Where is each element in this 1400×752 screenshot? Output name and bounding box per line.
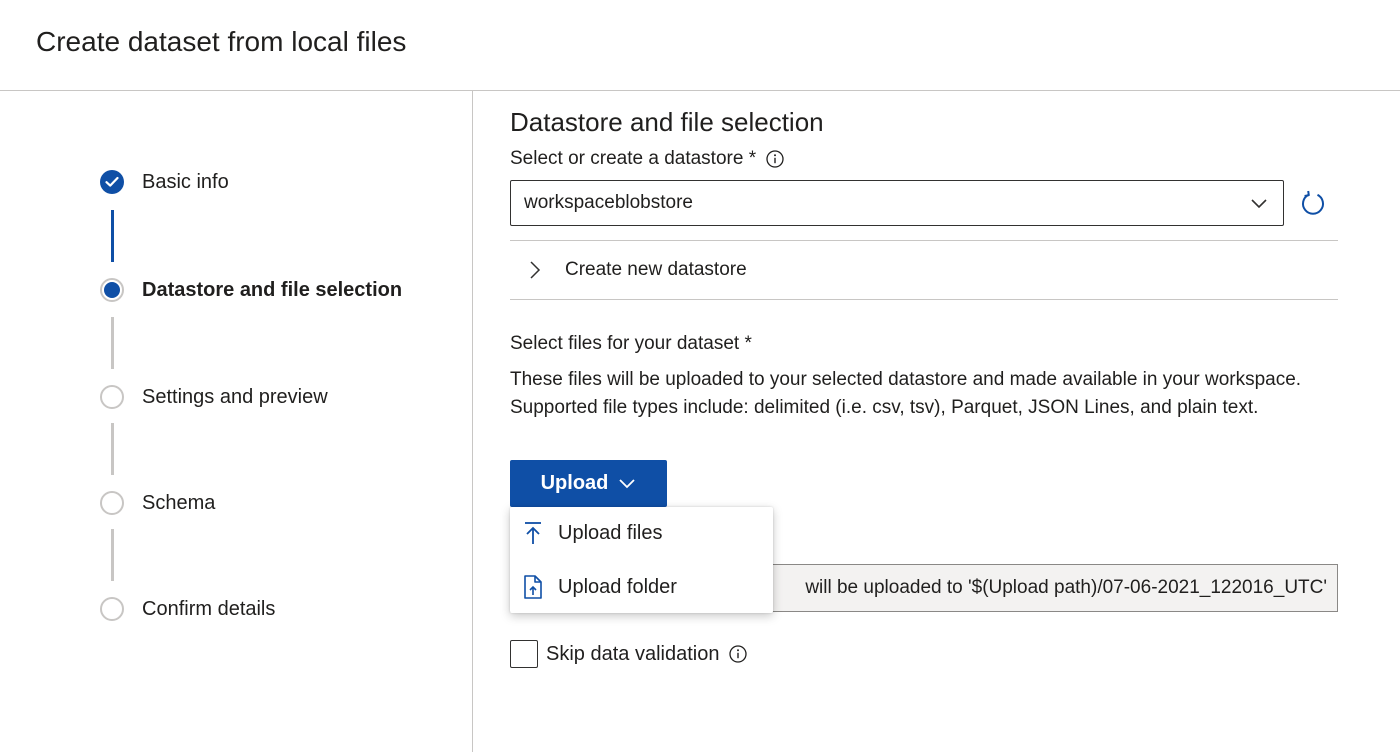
step-label: Schema xyxy=(142,491,216,514)
checkmark-icon xyxy=(100,170,124,194)
menu-item-label: Upload folder xyxy=(558,575,677,598)
upload-folder-icon xyxy=(524,575,542,599)
pending-step-icon xyxy=(100,385,124,409)
step-label: Settings and preview xyxy=(142,385,328,408)
step-connector xyxy=(111,210,114,262)
skip-validation-row: Skip data validation xyxy=(510,640,748,668)
info-icon[interactable] xyxy=(766,150,784,168)
skip-validation-checkbox[interactable] xyxy=(510,640,538,668)
create-datastore-label: Create new datastore xyxy=(565,259,747,280)
datastore-field-label: Select or create a datastore * xyxy=(510,148,784,170)
menu-item-upload-files[interactable]: Upload files xyxy=(510,507,773,559)
chevron-right-icon xyxy=(530,261,541,279)
step-datastore-selection[interactable]: Datastore and file selection xyxy=(100,278,402,302)
menu-item-upload-folder[interactable]: Upload folder xyxy=(510,561,773,613)
files-field-label: Select files for your dataset * xyxy=(510,333,752,354)
info-icon[interactable] xyxy=(729,645,748,663)
upload-path-text: will be uploaded to '$(Upload path)/07-0… xyxy=(805,577,1327,598)
pending-step-icon xyxy=(100,491,124,515)
refresh-icon[interactable] xyxy=(1299,189,1327,217)
step-schema[interactable]: Schema xyxy=(100,491,215,515)
wizard-steps: Basic info Datastore and file selection … xyxy=(0,91,473,752)
upload-menu: Upload files Upload folder xyxy=(510,507,773,613)
current-step-icon xyxy=(100,278,124,302)
menu-item-label: Upload files xyxy=(558,521,663,544)
upload-button[interactable]: Upload xyxy=(510,460,667,507)
page-header: Create dataset from local files xyxy=(0,0,1400,91)
main-panel: Datastore and file selection Select or c… xyxy=(510,91,1340,752)
step-label: Confirm details xyxy=(142,597,276,620)
divider xyxy=(510,299,1338,300)
files-description: These files will be uploaded to your sel… xyxy=(510,369,1302,418)
datastore-label-text: Select or create a datastore * xyxy=(510,148,757,169)
chevron-down-icon xyxy=(1251,199,1267,209)
upload-button-label: Upload xyxy=(540,472,609,494)
upload-arrow-icon xyxy=(525,522,541,544)
step-confirm-details[interactable]: Confirm details xyxy=(100,597,275,621)
chevron-down-icon xyxy=(619,478,636,488)
datastore-select[interactable]: workspaceblobstore xyxy=(510,180,1284,226)
step-connector xyxy=(111,317,114,369)
step-label: Basic info xyxy=(142,170,229,193)
page-title: Create dataset from local files xyxy=(36,26,407,57)
create-datastore-expander[interactable]: Create new datastore xyxy=(510,241,1338,299)
step-settings-preview[interactable]: Settings and preview xyxy=(100,385,328,409)
step-basic-info[interactable]: Basic info xyxy=(100,170,229,194)
step-connector xyxy=(111,529,114,581)
step-label: Datastore and file selection xyxy=(142,278,403,301)
section-title: Datastore and file selection xyxy=(510,107,824,137)
pending-step-icon xyxy=(100,597,124,621)
datastore-select-value: workspaceblobstore xyxy=(524,192,693,213)
skip-validation-label: Skip data validation xyxy=(546,642,720,665)
step-connector xyxy=(111,423,114,475)
